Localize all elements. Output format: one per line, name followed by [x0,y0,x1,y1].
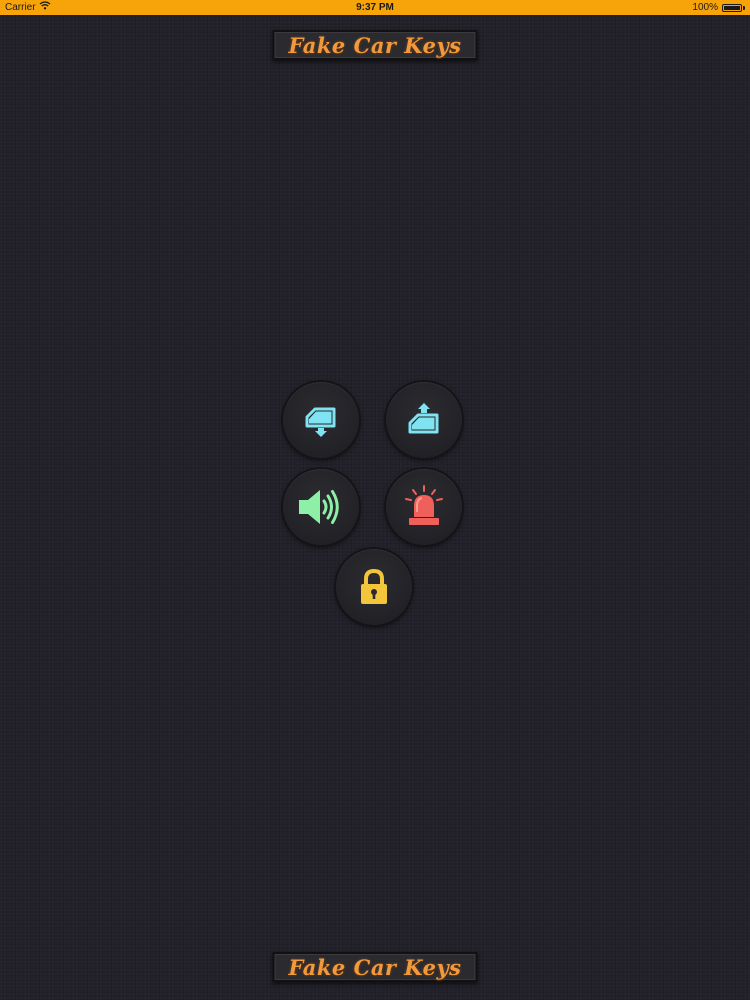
battery-icon [722,3,742,12]
siren-icon [405,485,443,525]
window-up-button[interactable] [386,382,462,458]
app-title: Fake Car Keys [288,32,462,58]
alarm-button[interactable] [386,469,462,545]
status-time: 9:37 PM [356,2,394,13]
battery-level [724,5,740,10]
window-up-icon [408,403,439,434]
padlock-icon [361,568,387,604]
horn-button[interactable] [283,469,359,545]
window-down-icon [305,407,336,437]
status-bar: Carrier 9:37 PM 100% [0,0,750,15]
footer-title: Fake Car Keys [288,954,462,980]
header-banner: Fake Car Keys [272,30,478,60]
battery-percentage: 100% [692,2,718,13]
status-right: 100% [692,0,745,15]
battery-tip [743,5,745,10]
window-down-button[interactable] [283,382,359,458]
speaker-icon [299,490,339,524]
footer-banner: Fake Car Keys [272,952,478,982]
lock-button[interactable] [336,549,412,625]
